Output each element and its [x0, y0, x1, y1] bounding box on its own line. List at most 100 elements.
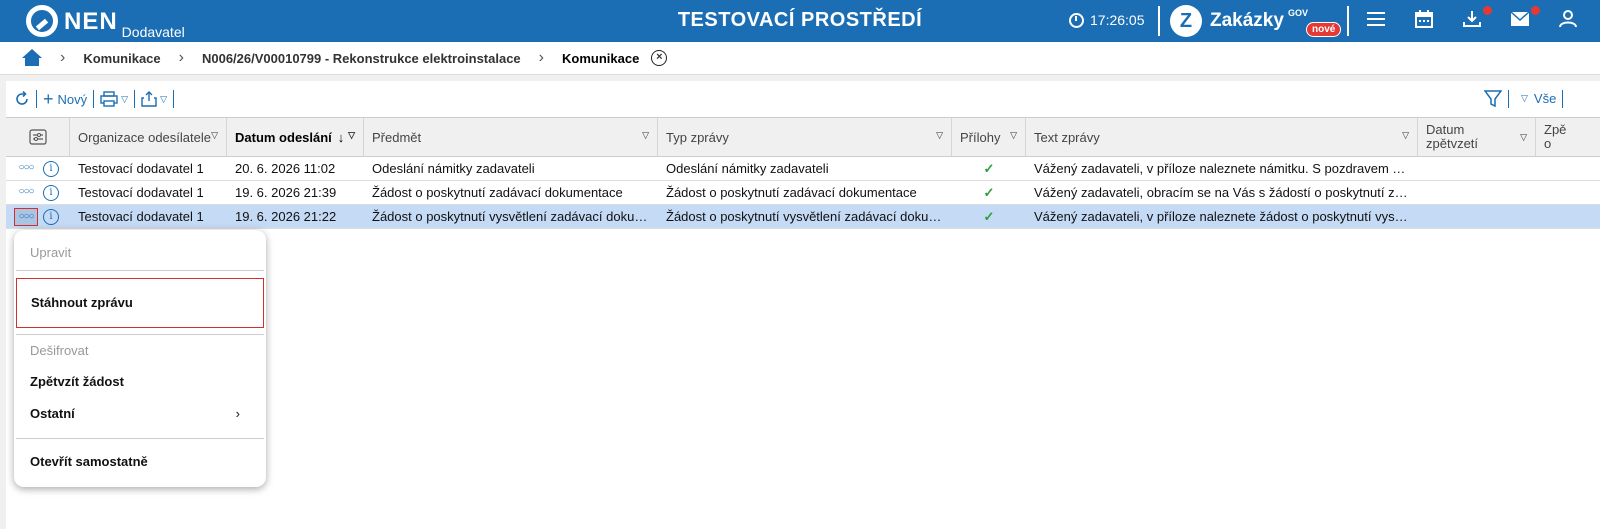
column-header-withdrawal-date[interactable]: Datum zpětvzetí ▽ — [1418, 118, 1536, 156]
toolbar-divider — [1508, 90, 1509, 108]
column-label: Datum odeslání — [235, 129, 332, 145]
table-row[interactable]: ○○○ i Testovací dodavatel 1 20. 6. 2026 … — [6, 157, 1600, 181]
session-clock: 17:26:05 — [1069, 12, 1145, 28]
download-icon[interactable] — [1461, 10, 1483, 32]
cell-message-type: Žádost o poskytnutí vysvětlení zadávací … — [666, 209, 952, 224]
column-label: Zpě — [1544, 122, 1567, 137]
menu-item-edit: Upravit — [30, 245, 72, 260]
zakazky-logo-icon: Z — [1170, 5, 1202, 37]
cell-message-text: Vážený zadavateli, v příloze naleznete ž… — [1034, 209, 1418, 224]
plus-icon: + — [43, 88, 54, 109]
table-row[interactable]: ○○○ i Testovací dodavatel 1 19. 6. 2026 … — [6, 181, 1600, 205]
export-button[interactable]: ▽ — [135, 91, 173, 107]
check-icon: ✓ — [983, 161, 995, 176]
filter-icon — [1483, 90, 1503, 108]
column-header-truncated[interactable]: Zpě o — [1536, 118, 1600, 156]
chevron-right-icon: › — [235, 406, 240, 421]
zakazky-gov: GOV — [1287, 8, 1308, 18]
filter-button[interactable] — [1483, 90, 1503, 111]
dropdown-triangle-icon: ▽ — [121, 93, 129, 104]
check-icon: ✓ — [983, 209, 995, 224]
table-row-selected[interactable]: ○○○ i Testovací dodavatel 1 19. 6. 2026 … — [6, 205, 1600, 229]
menu-item-withdraw-request[interactable]: Zpětvzít žádost — [14, 370, 266, 394]
breadcrumb-item[interactable]: Komunikace — [83, 51, 160, 66]
breadcrumb-item[interactable]: N006/26/V00010799 - Rekonstrukce elektro… — [202, 51, 521, 66]
cell-message-text: Vážený zadavateli, obracím se na Vás s ž… — [1034, 185, 1418, 200]
column-label: zpětvzetí — [1426, 136, 1479, 151]
logo-subtitle: Dodavatel — [121, 24, 185, 40]
menu-item-decrypt: Dešifrovat — [30, 343, 89, 358]
environment-title: TESTOVACÍ PROSTŘEDÍ — [677, 9, 923, 31]
dropdown-triangle-icon: ▽ — [1521, 93, 1528, 103]
cell-date-sent: 19. 6. 2026 21:39 — [235, 185, 337, 200]
row-context-menu: Upravit Stáhnout zprávu Dešifrovat Zpětv… — [14, 230, 266, 487]
filter-triangle-icon[interactable]: ▽ — [1402, 130, 1409, 141]
menu-item-other[interactable]: Ostatní › — [14, 402, 266, 426]
nen-logo[interactable]: NEN Dodavatel — [26, 5, 185, 40]
cell-subject: Žádost o poskytnutí vysvětlení zadávací … — [372, 209, 658, 224]
menu-divider — [16, 270, 264, 271]
chevron-right-icon: › — [60, 49, 66, 66]
new-button-label: Nový — [57, 91, 88, 107]
column-label: o — [1544, 136, 1552, 151]
menu-item-open-separately[interactable]: Otevřít samostatně — [14, 450, 266, 474]
cell-message-text: Vážený zadavateli, v příloze naleznete n… — [1034, 161, 1418, 176]
info-icon[interactable]: i — [43, 209, 59, 225]
filter-all-label: Vše — [1533, 91, 1557, 106]
column-header-message-text[interactable]: Text zprávy ▽ — [1026, 118, 1418, 156]
filter-triangle-icon[interactable]: ▽ — [1520, 130, 1527, 144]
cell-date-sent: 19. 6. 2026 21:22 — [235, 209, 337, 224]
zakazky-gov-link[interactable]: Z Zakázky GOV nové — [1170, 5, 1342, 37]
cell-organization: Testovací dodavatel 1 — [78, 161, 204, 176]
mail-icon[interactable] — [1509, 10, 1531, 32]
column-header-organization[interactable]: Organizace odesílatele ▽ — [70, 118, 227, 156]
print-button[interactable]: ▽ — [94, 91, 134, 107]
column-header-subject[interactable]: Předmět ▽ — [364, 118, 658, 156]
info-icon[interactable]: i — [43, 161, 59, 177]
menu-item-download-message[interactable]: Stáhnout zprávu — [16, 278, 264, 328]
column-header-date-sent[interactable]: Datum odeslání ↓ ▽ — [227, 118, 364, 156]
column-label: Text zprávy — [1034, 129, 1100, 145]
filter-triangle-icon[interactable]: ▽ — [936, 130, 943, 141]
new-button[interactable]: + Nový — [37, 89, 93, 110]
user-icon[interactable] — [1557, 10, 1579, 32]
menu-item-other-label: Ostatní — [30, 406, 75, 421]
more-options-icon[interactable]: ○○○ — [14, 184, 38, 202]
clock-icon — [1069, 12, 1084, 28]
column-header-attachments[interactable]: Přílohy ▽ — [952, 118, 1026, 156]
cell-subject: Žádost o poskytnutí zadávací dokumentace — [372, 185, 623, 200]
filter-triangle-icon[interactable]: ▽ — [211, 130, 218, 141]
more-options-icon[interactable]: ○○○ — [14, 208, 38, 226]
column-label: Předmět — [372, 129, 422, 145]
header-divider — [1158, 6, 1160, 36]
zakazky-label: Zakázky — [1210, 10, 1284, 31]
info-icon[interactable]: i — [43, 185, 59, 201]
download-notification-dot — [1483, 6, 1492, 15]
cell-organization: Testovací dodavatel 1 — [78, 185, 204, 200]
home-icon[interactable] — [22, 49, 42, 67]
filter-all-dropdown[interactable]: ▽ Vše — [1512, 91, 1562, 106]
refresh-button[interactable] — [6, 91, 36, 107]
cell-message-type: Žádost o poskytnutí zadávací dokumentace — [666, 185, 917, 200]
chevron-right-icon: › — [178, 49, 184, 66]
table-header: Organizace odesílatele ▽ Datum odeslání … — [6, 117, 1600, 157]
menu-divider — [16, 334, 264, 335]
nen-logo-icon — [26, 5, 58, 37]
close-icon[interactable]: × — [651, 50, 668, 66]
calendar-icon[interactable] — [1413, 10, 1435, 32]
menu-icon[interactable] — [1365, 10, 1387, 32]
logo-text: NEN — [64, 8, 118, 35]
new-badge: nové — [1306, 22, 1342, 37]
filter-triangle-icon[interactable]: ▽ — [1010, 130, 1017, 141]
filter-triangle-icon[interactable]: ▽ — [348, 130, 355, 141]
cell-date-sent: 20. 6. 2026 11:02 — [235, 161, 336, 176]
dropdown-triangle-icon: ▽ — [160, 93, 167, 104]
chevron-right-icon: › — [538, 49, 544, 66]
column-header-message-type[interactable]: Typ zprávy ▽ — [658, 118, 952, 156]
column-settings-button[interactable] — [6, 118, 70, 156]
header-divider — [1347, 6, 1349, 36]
more-options-icon[interactable]: ○○○ — [14, 160, 38, 178]
print-icon — [100, 91, 118, 107]
column-label: Přílohy — [960, 129, 1001, 145]
filter-triangle-icon[interactable]: ▽ — [642, 130, 649, 141]
